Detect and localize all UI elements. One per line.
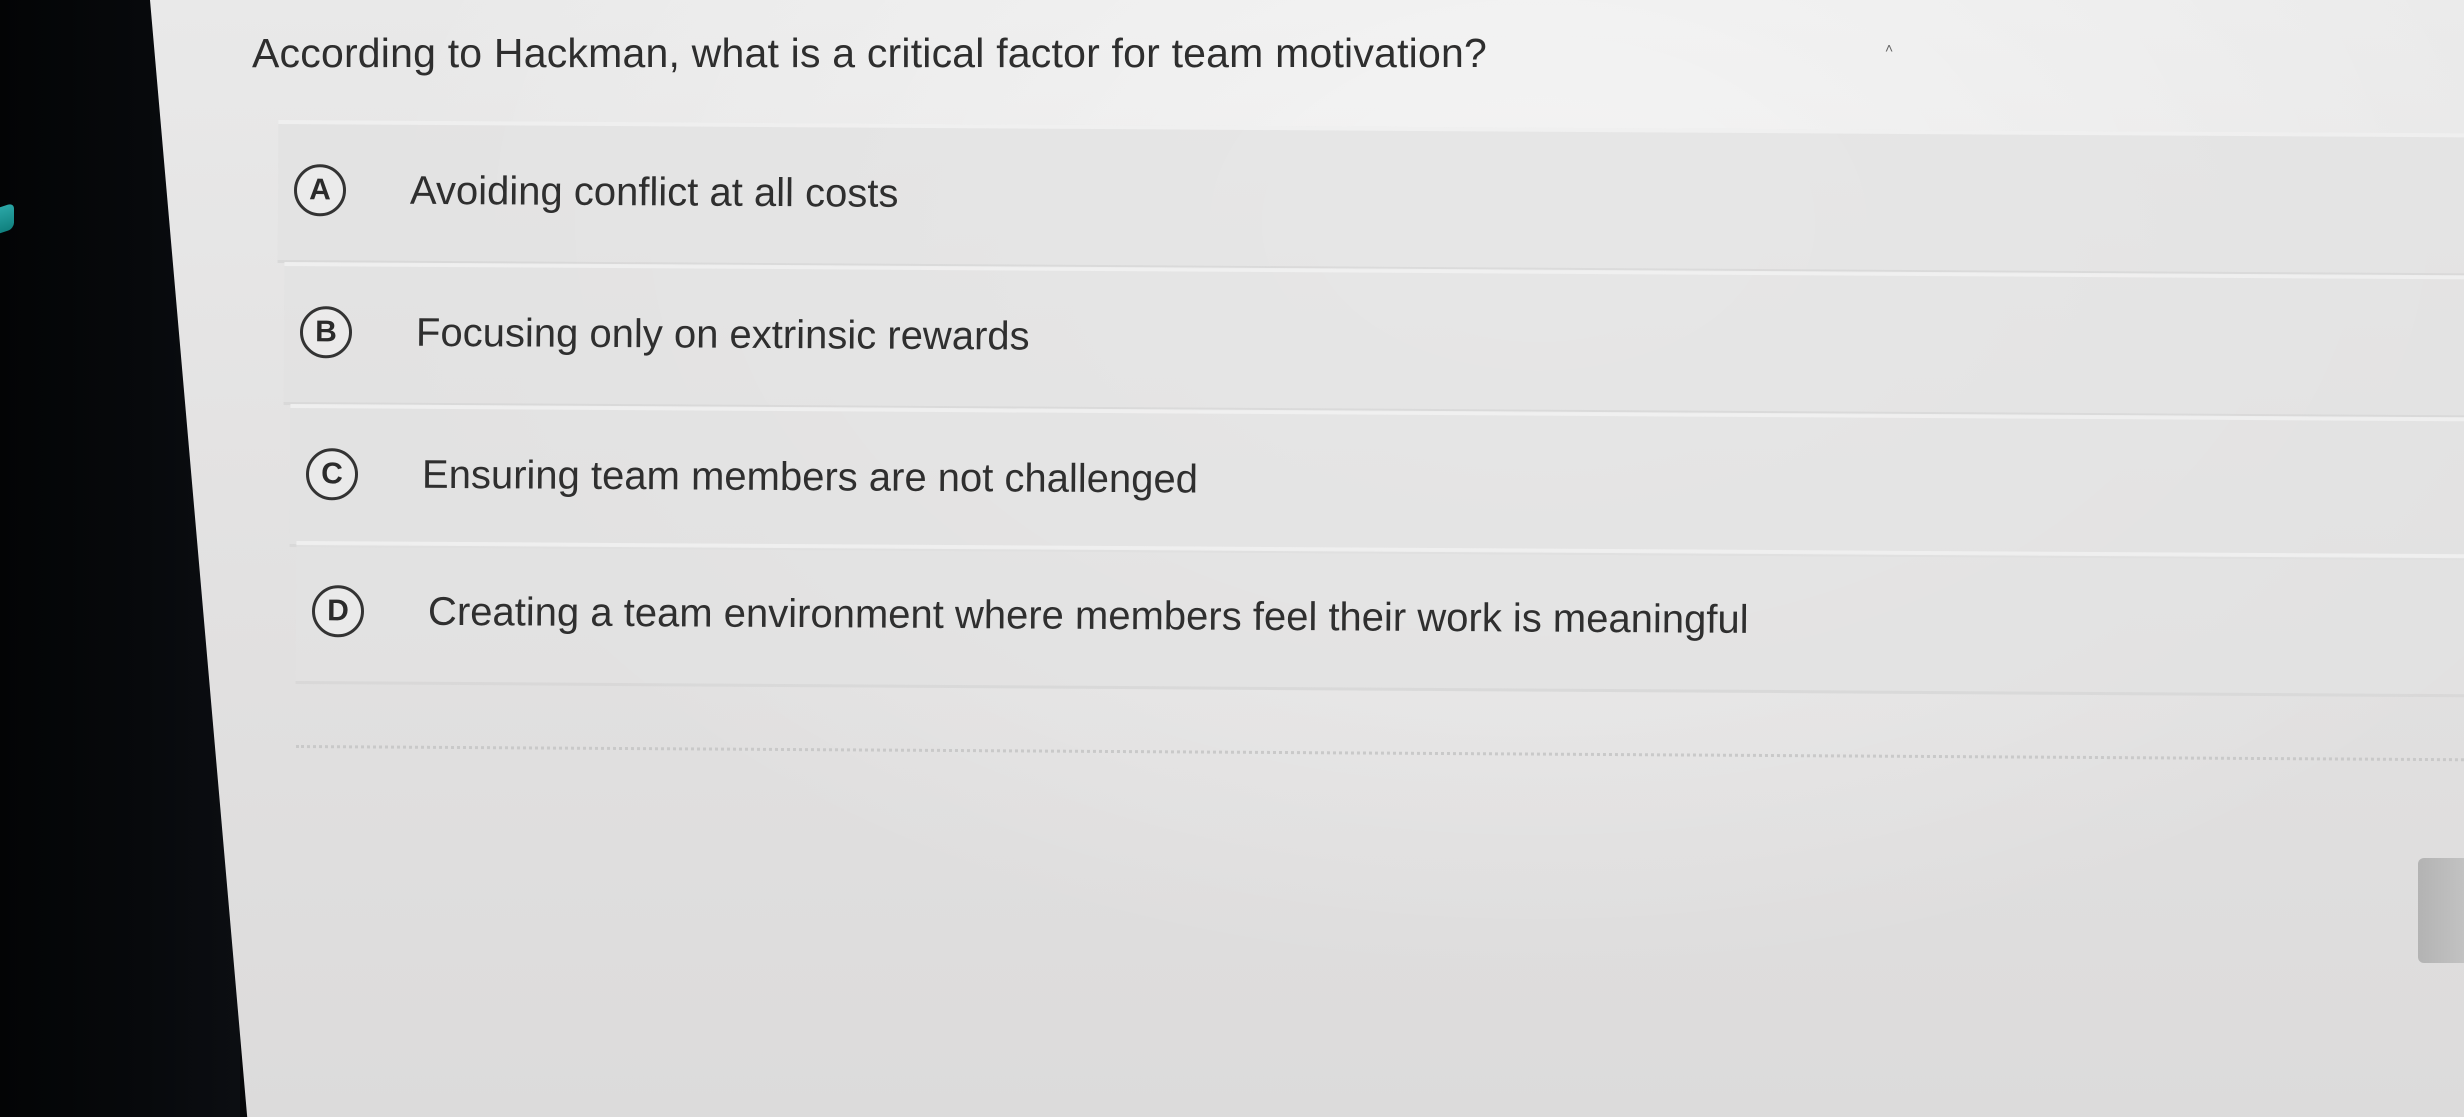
question-text: According to Hackman, what is a critical… [252, 30, 1487, 76]
caret-up-icon[interactable]: ˄ [1885, 41, 1893, 55]
option-label: Ensuring team members are not challenged [421, 452, 1199, 502]
answer-option-c[interactable]: C Ensuring team members are not challeng… [289, 404, 2464, 561]
option-label: Focusing only on extrinsic rewards [415, 310, 1030, 359]
option-letter-badge: A [293, 164, 347, 217]
answer-option-d[interactable]: D Creating a team environment where memb… [295, 541, 2464, 698]
option-label: Creating a team environment where member… [427, 589, 1749, 642]
option-label: Avoiding conflict at all costs [409, 168, 899, 216]
option-letter-badge: C [305, 448, 359, 501]
answer-option-a[interactable]: A Avoiding conflict at all costs [277, 120, 2464, 277]
option-letter-badge: B [299, 306, 353, 359]
answer-option-b[interactable]: B Focusing only on extrinsic rewards [283, 262, 2464, 419]
option-letter-badge: D [311, 585, 365, 638]
scrollbar-handle[interactable] [2418, 858, 2464, 963]
bezel-glint [0, 202, 14, 234]
